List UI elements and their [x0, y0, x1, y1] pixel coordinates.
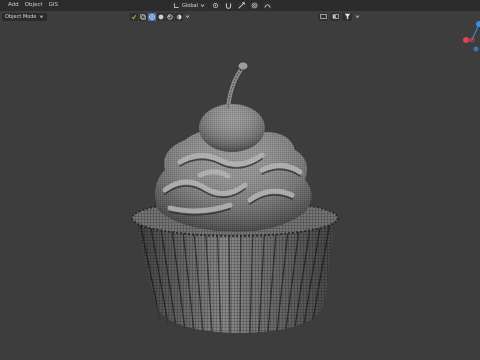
falloff-button[interactable]: [262, 1, 273, 10]
orientation-label: Global: [182, 2, 198, 9]
filter-button[interactable]: [342, 12, 352, 21]
overlay-button[interactable]: [318, 12, 328, 21]
proportional-edit-icon: [252, 2, 258, 9]
snap-target-icon: [238, 2, 246, 9]
transform-orientation-dropdown[interactable]: Global: [170, 1, 208, 10]
pivot-icon: [213, 3, 219, 8]
rendered-shading-icon: [176, 14, 182, 19]
viewport-header: Object Mode: [0, 11, 480, 22]
shading-dropdown-button[interactable]: [184, 13, 190, 21]
snap-target-button[interactable]: [236, 1, 247, 10]
menu-add[interactable]: Add: [5, 0, 22, 11]
magnet-icon: [226, 3, 232, 9]
solid-shading-icon: [158, 14, 164, 19]
orientation-icon: [173, 3, 179, 9]
viewport-3d[interactable]: [0, 22, 480, 360]
solid-shading-button[interactable]: [157, 12, 165, 21]
gizmo-toggle-icon: [332, 14, 339, 19]
options-icon: [355, 15, 359, 19]
material-shading-button[interactable]: [166, 12, 174, 21]
snap-toggle-button[interactable]: [223, 1, 234, 10]
transform-tools: Global: [170, 1, 273, 10]
overlay-icon: [319, 14, 327, 19]
restrict-select-button[interactable]: [130, 12, 138, 21]
cupcake-model[interactable]: [131, 61, 339, 334]
viewport-dropdown-icon: [185, 15, 189, 19]
options-dropdown-button[interactable]: [354, 13, 360, 21]
gizmo-toggle-button[interactable]: [330, 12, 340, 21]
proportional-edit-button[interactable]: [249, 1, 260, 10]
object-mode-dropdown[interactable]: Object Mode: [2, 12, 47, 21]
xray-icon: [140, 13, 146, 20]
right-header-tools: [318, 12, 360, 21]
chevron-down-icon: [39, 15, 43, 19]
shading-toolbar: [130, 12, 190, 21]
menu-object[interactable]: Object: [22, 0, 46, 11]
menu-gis[interactable]: GIS: [46, 0, 61, 11]
rendered-shading-button[interactable]: [175, 12, 183, 21]
wireframe-shading-button[interactable]: [148, 12, 156, 21]
mode-label: Object Mode: [5, 13, 37, 20]
chevron-down-icon: [200, 4, 205, 8]
filter-icon: [344, 13, 350, 20]
wireframe-shading-icon: [149, 13, 155, 20]
pivot-point-button[interactable]: [210, 1, 221, 10]
restrict-select-icon: [131, 14, 137, 20]
falloff-icon: [264, 4, 272, 8]
xray-button[interactable]: [139, 12, 147, 21]
material-shading-icon: [167, 13, 173, 20]
